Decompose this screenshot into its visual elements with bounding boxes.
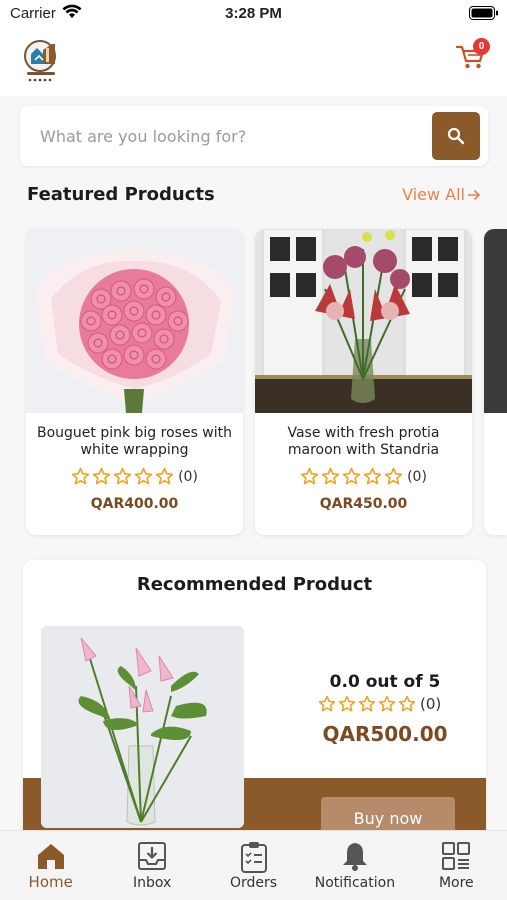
status-bar: Carrier 3:28 PM (0, 0, 507, 28)
inbox-icon (138, 842, 167, 870)
cart-count-badge: 0 (473, 38, 490, 55)
rating-count: (0) (178, 468, 198, 485)
product-card-peek[interactable] (484, 229, 507, 535)
bottom-tab-bar: Home Inbox Orders Notification More (0, 830, 507, 900)
recommended-product-section: Recommended Product 0.0 out of 5 (0) QAR… (23, 560, 486, 840)
product-card[interactable]: Bouguet pink big roses with white wrappi… (26, 229, 243, 535)
view-all-link[interactable]: View All (402, 185, 481, 204)
star-rating-icon (71, 467, 176, 486)
bell-icon (342, 843, 367, 871)
product-price: QAR450.00 (319, 496, 408, 512)
app-header: 0 (0, 28, 507, 96)
rating-count: (0) (420, 695, 442, 713)
tab-home-label: Home (28, 873, 73, 891)
shopping-cart-button[interactable]: 0 (455, 38, 490, 77)
grid-icon (442, 842, 471, 870)
product-rating: (0) (255, 467, 472, 486)
product-rating: (0) (26, 467, 243, 486)
star-rating-icon (300, 467, 405, 486)
battery-icon (469, 6, 499, 25)
clipboard-icon (240, 842, 267, 873)
product-card[interactable]: Vase with fresh protia maroon with Stand… (255, 229, 472, 535)
search-bar (20, 106, 488, 166)
recommended-product-image[interactable] (41, 626, 244, 828)
status-time: 3:28 PM (225, 5, 282, 22)
store-logo-icon[interactable] (22, 38, 62, 89)
search-input[interactable] (40, 106, 420, 166)
tab-inbox[interactable]: Inbox (101, 831, 202, 900)
arrow-right-icon (468, 189, 481, 200)
recommended-price: QAR500.00 (322, 722, 448, 746)
home-icon (37, 844, 64, 869)
rating-count: (0) (407, 468, 427, 485)
recommended-product-title: Recommended Product (136, 574, 373, 595)
product-name: Vase with fresh protia maroon with Stand… (287, 425, 440, 458)
tab-orders[interactable]: Orders (203, 831, 304, 900)
tab-more-label: More (438, 875, 474, 891)
tab-notification-label: Notification (314, 875, 396, 891)
product-name: Bouguet pink big roses with white wrappi… (36, 425, 233, 458)
tab-home[interactable]: Home (0, 831, 101, 900)
product-image (255, 229, 472, 413)
tab-inbox-label: Inbox (132, 875, 172, 891)
product-image (26, 229, 243, 413)
star-rating-icon (318, 695, 418, 713)
featured-products-title: Featured Products (27, 184, 215, 205)
view-all-label: View All (402, 185, 465, 204)
search-button[interactable] (432, 112, 480, 160)
tab-notification[interactable]: Notification (304, 831, 405, 900)
rating-score: 0.0 out of 5 (329, 672, 441, 692)
recommended-rating: (0) (318, 695, 441, 713)
product-price: QAR400.00 (90, 496, 179, 512)
tab-orders-label: Orders (229, 875, 278, 891)
search-icon (447, 127, 465, 145)
tab-more[interactable]: More (406, 831, 507, 900)
